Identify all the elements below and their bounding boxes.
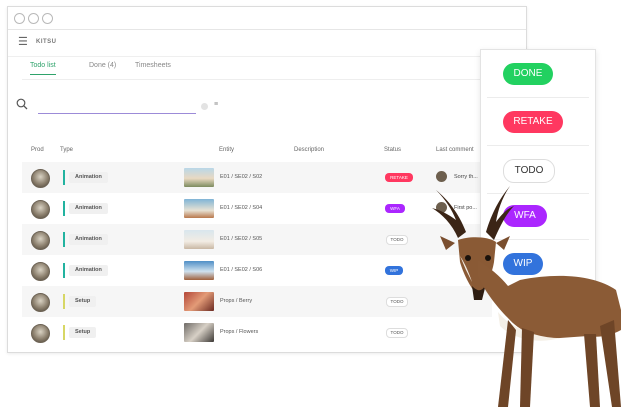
- antelope-illustration: [432, 186, 621, 407]
